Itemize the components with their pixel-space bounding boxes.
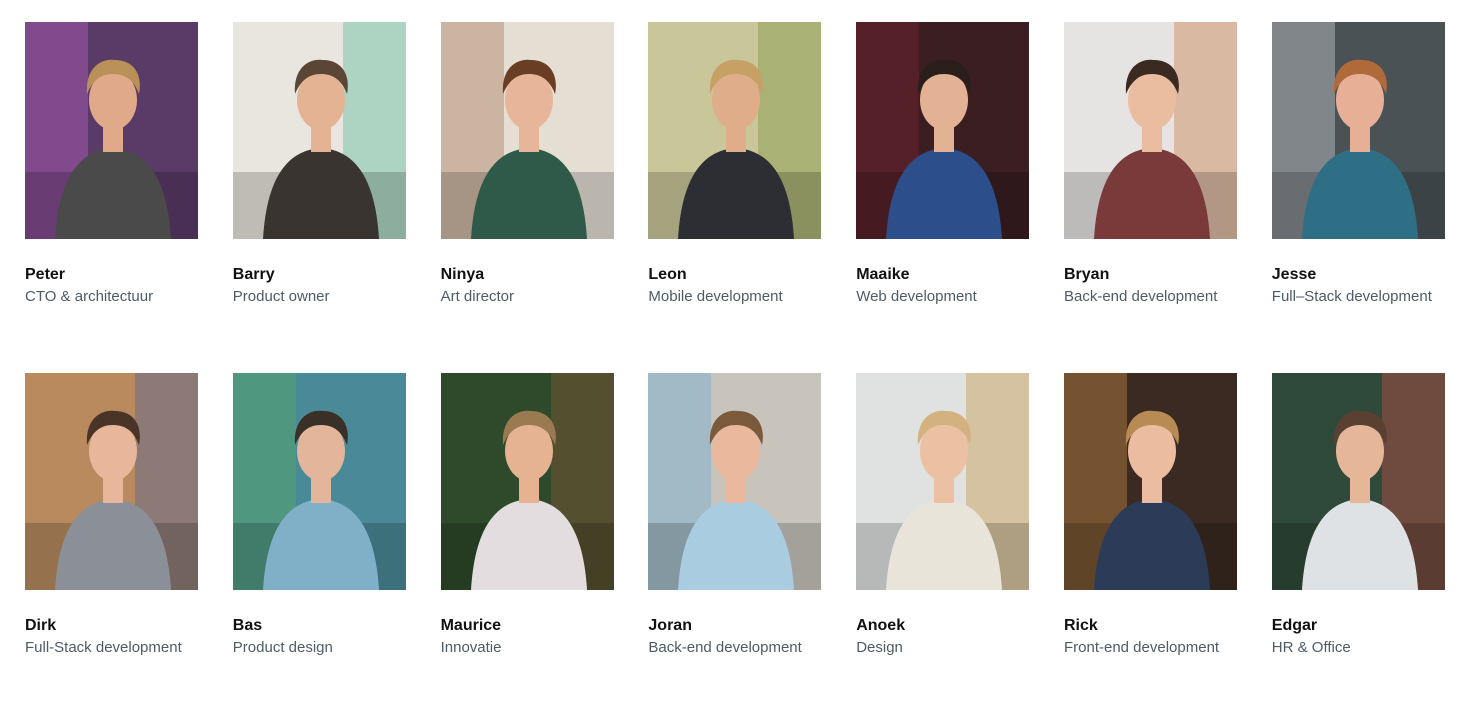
team-member-photo [856, 373, 1030, 590]
team-member-role: Design [856, 639, 903, 656]
team-member-card: Peter CTO & architectuur [25, 22, 198, 373]
team-member-role: Art director [440, 288, 514, 305]
team-member-card: Jesse Full–Stack development [1271, 22, 1445, 373]
team-member-card: Maaike Web development [856, 22, 1030, 373]
team-member-card: Barry Product owner [232, 22, 406, 373]
team-member-photo [856, 22, 1030, 239]
team-member-photo [648, 22, 822, 239]
team-member-card: Dirk Full-Stack development [25, 373, 198, 724]
team-member-name: Bas [232, 617, 263, 634]
team-member-card: Leon Mobile development [648, 22, 822, 373]
team-member-role: Product owner [232, 288, 330, 305]
team-member-card: Joran Back-end development [648, 373, 822, 724]
team-member-name: Maaike [856, 266, 910, 283]
team-member-card: Bryan Back-end development [1063, 22, 1237, 373]
team-member-name: Peter [25, 266, 66, 283]
team-member-role: Back-end development [648, 639, 802, 656]
team-member-role: Back-end development [1063, 288, 1218, 305]
team-member-role: CTO & architectuur [25, 288, 154, 305]
team-member-card: Rick Front-end development [1063, 373, 1237, 724]
team-member-name: Dirk [25, 617, 57, 634]
team-member-role: Product design [232, 639, 333, 656]
team-member-role: Full-Stack development [25, 639, 182, 656]
team-member-card: Bas Product design [232, 373, 406, 724]
team-member-name: Anoek [856, 617, 906, 634]
team-member-name: Leon [648, 266, 687, 283]
team-member-photo [1271, 373, 1445, 590]
team-member-card: Anoek Design [856, 373, 1030, 724]
team-member-role: Full–Stack development [1271, 288, 1432, 305]
team-member-role: Mobile development [648, 288, 783, 305]
team-member-role: Innovatie [440, 639, 502, 656]
team-member-photo [648, 373, 822, 590]
team-member-name: Ninya [440, 266, 485, 283]
team-member-photo [232, 22, 406, 239]
team-member-card: Edgar HR & Office [1271, 373, 1445, 724]
team-member-name: Jesse [1271, 266, 1317, 283]
team-member-name: Edgar [1271, 617, 1318, 634]
team-member-photo [25, 373, 198, 590]
team-member-photo [25, 22, 198, 239]
team-member-role: Front-end development [1063, 639, 1220, 656]
team-member-photo [1063, 22, 1237, 239]
team-member-photo [440, 373, 614, 590]
team-member-name: Barry [232, 266, 275, 283]
team-member-photo [440, 22, 614, 239]
team-member-photo [232, 373, 406, 590]
team-member-card: Maurice Innovatie [440, 373, 614, 724]
team-member-photo [1271, 22, 1445, 239]
team-member-card: Ninya Art director [440, 22, 614, 373]
team-member-name: Joran [648, 617, 692, 634]
team-grid: Peter CTO & architectuur Barry Product owne… [25, 22, 1445, 724]
team-member-photo [1063, 373, 1237, 590]
team-member-name: Bryan [1063, 266, 1110, 283]
team-member-role: HR & Office [1271, 639, 1351, 656]
team-member-role: Web development [856, 288, 977, 305]
team-member-name: Rick [1063, 617, 1098, 634]
team-member-name: Maurice [440, 617, 502, 634]
